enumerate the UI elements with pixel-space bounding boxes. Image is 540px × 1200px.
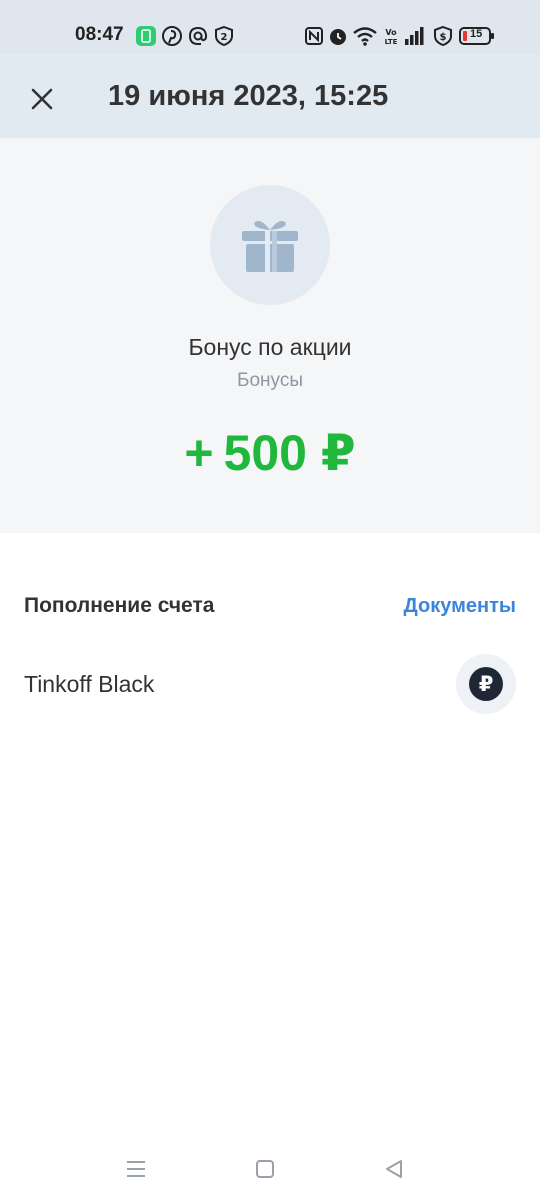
svg-text:Vo: Vo [385,28,397,37]
operation-title: Бонус по акции [188,334,352,360]
account-badge[interactable]: ₽ [456,654,516,714]
documents-link[interactable]: Документы [404,595,516,618]
wifi-icon [353,27,377,46]
alarm-icon [330,29,346,45]
account-name: Tinkoff Black [24,671,155,697]
svg-text:$: $ [440,32,447,43]
page-title: 19 июня 2023, 15:25 [108,80,389,112]
home-icon[interactable] [251,1155,279,1183]
svg-text:LTE: LTE [385,38,398,46]
nfc-icon [305,27,323,45]
operation-summary: Бонус по акции Бонусы + 500 ₽ [0,138,540,533]
system-nav-bar [0,1140,540,1200]
status-time: 08:47 [75,24,124,45]
app-notification-icon [136,26,156,46]
status-bar: 08:47 2 Vo LTE $ 15 [0,0,540,54]
operation-amount: + 500 ₽ [184,425,356,481]
back-icon[interactable] [380,1155,408,1183]
ruble-icon: ₽ [469,667,503,701]
battery-level: 15 [470,28,483,40]
close-button[interactable] [24,81,60,117]
pinterest-icon [162,26,182,46]
signal-icon [405,27,424,45]
2fa-shield-icon: 2 [215,25,233,47]
menu-icon[interactable] [122,1155,150,1183]
details-section-title: Пополнение счета [24,594,215,617]
operation-icon-circle [210,185,330,305]
close-icon [31,88,53,110]
at-icon [188,26,208,45]
svg-text:2: 2 [221,32,228,43]
vpn-shield-icon: $ [434,25,452,47]
operation-category: Бонусы [237,370,303,391]
header: 19 июня 2023, 15:25 [0,54,540,138]
gift-icon [242,221,298,272]
volte-icon: Vo LTE [385,28,398,46]
